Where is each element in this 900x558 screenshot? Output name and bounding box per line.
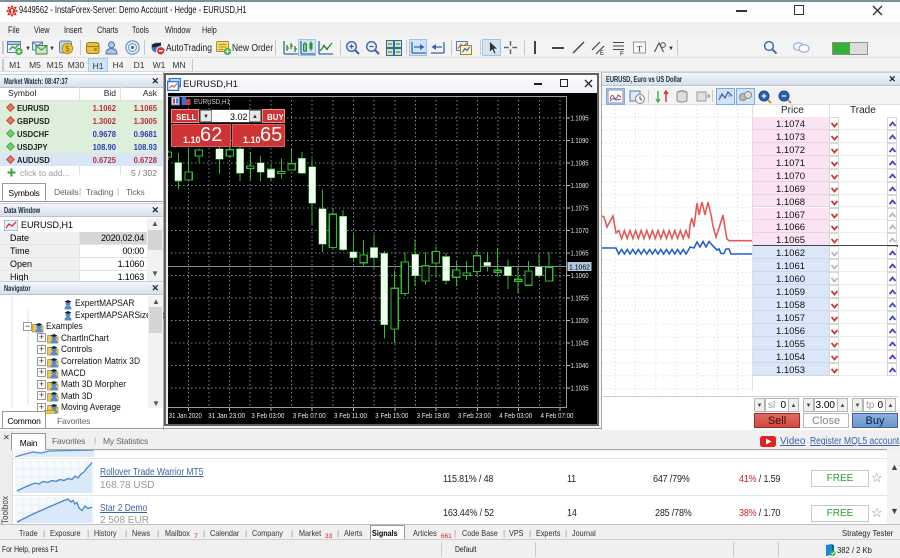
svg-text:4 Feb 03:00: 4 Feb 03:00 <box>499 413 532 420</box>
svg-text:1.1090: 1.1090 <box>571 138 589 145</box>
svg-text:4 Feb 07:00: 4 Feb 07:00 <box>541 413 574 420</box>
svg-text:3 Feb 03:00: 3 Feb 03:00 <box>251 413 284 420</box>
svg-text:3 Feb 15:00: 3 Feb 15:00 <box>375 413 408 420</box>
svg-text:1.1055: 1.1055 <box>571 295 589 302</box>
svg-text:EURUSD,H1: EURUSD,H1 <box>194 97 230 106</box>
svg-text:$: $ <box>65 45 70 54</box>
svg-text:3 Feb 19:00: 3 Feb 19:00 <box>417 413 450 420</box>
svg-text:1.1095: 1.1095 <box>571 115 589 122</box>
svg-text:3 Feb 11:00: 3 Feb 11:00 <box>334 413 367 420</box>
svg-text:1.1062: 1.1062 <box>569 264 590 271</box>
svg-text:3 Feb 23:00: 3 Feb 23:00 <box>458 413 491 420</box>
svg-text:1.1050: 1.1050 <box>571 318 589 325</box>
svg-text:E: E <box>600 51 604 56</box>
svg-text:1.1045: 1.1045 <box>571 340 589 347</box>
svg-text:1.1070: 1.1070 <box>571 228 589 235</box>
svg-text:F: F <box>620 51 624 57</box>
svg-text:31 Jan 23:00: 31 Jan 23:00 <box>208 413 245 420</box>
svg-text:3 Feb 07:00: 3 Feb 07:00 <box>293 413 326 420</box>
svg-text:1.1075: 1.1075 <box>571 205 589 212</box>
svg-text:1.1065: 1.1065 <box>571 250 589 257</box>
svg-text:T: T <box>637 44 643 54</box>
svg-text:1.1040: 1.1040 <box>571 363 589 370</box>
svg-text:1.1080: 1.1080 <box>571 183 589 190</box>
svg-text:31 Jan 2020: 31 Jan 2020 <box>169 413 202 420</box>
svg-text:1.1085: 1.1085 <box>571 160 589 167</box>
svg-text:1.1035: 1.1035 <box>571 385 589 392</box>
svg-text:1.1060: 1.1060 <box>571 273 589 280</box>
